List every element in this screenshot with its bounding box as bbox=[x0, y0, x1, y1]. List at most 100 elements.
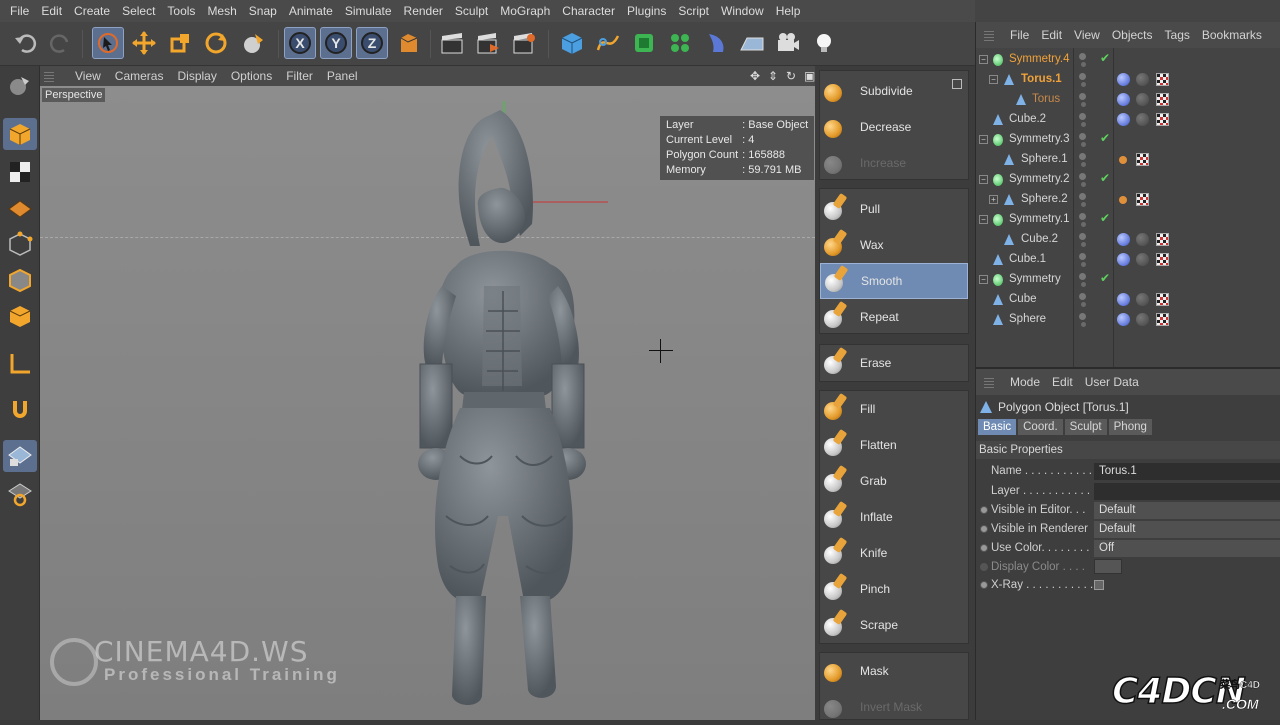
recent-tool-icon[interactable] bbox=[238, 27, 270, 59]
texture-tag-icon[interactable] bbox=[1156, 73, 1169, 86]
menu-tools[interactable]: Tools bbox=[161, 0, 201, 22]
rotate-icon[interactable] bbox=[200, 27, 232, 59]
visible-in-editor-dropdown[interactable]: Default bbox=[1094, 502, 1280, 519]
nurbs-icon[interactable] bbox=[628, 27, 660, 59]
texture-tag-icon[interactable] bbox=[1136, 193, 1149, 206]
redo-icon[interactable] bbox=[44, 27, 76, 59]
object-row[interactable]: Cube.1 bbox=[976, 250, 1280, 270]
sculpt-tag-icon[interactable] bbox=[1136, 113, 1149, 126]
locked-workplane-icon[interactable] bbox=[3, 440, 37, 472]
texture-tag-icon[interactable] bbox=[1156, 113, 1169, 126]
menu-mesh[interactable]: Mesh bbox=[201, 0, 242, 22]
object-row[interactable]: Sphere.1 bbox=[976, 150, 1280, 170]
om-menu-bookmarks[interactable]: Bookmarks bbox=[1196, 28, 1268, 42]
collapse-icon[interactable]: − bbox=[979, 135, 988, 144]
make-editable-icon[interactable] bbox=[3, 70, 37, 102]
visibility-dots-icon[interactable] bbox=[1079, 153, 1089, 167]
maximize-view-icon[interactable]: ▣ bbox=[797, 69, 815, 83]
animate-radio-icon[interactable] bbox=[980, 544, 988, 552]
menu-mograph[interactable]: MoGraph bbox=[494, 0, 556, 22]
animate-radio-icon[interactable] bbox=[980, 506, 988, 514]
object-row[interactable]: Torus bbox=[976, 90, 1280, 110]
axis-mode-icon[interactable] bbox=[3, 348, 37, 380]
viewport-canvas[interactable]: Perspective Layer: Base Object Current … bbox=[40, 86, 815, 720]
visibility-dots-icon[interactable] bbox=[1079, 193, 1089, 207]
menu-help[interactable]: Help bbox=[770, 0, 807, 22]
phong-tag-icon[interactable] bbox=[1119, 156, 1127, 164]
object-row[interactable]: − Symmetry.1 ✔ bbox=[976, 210, 1280, 230]
zoom-view-icon[interactable]: ⇕ bbox=[761, 69, 778, 83]
sculpt-tag-icon[interactable] bbox=[1136, 73, 1149, 86]
visibility-dots-icon[interactable] bbox=[1079, 53, 1089, 67]
tab-sculpt[interactable]: Sculpt bbox=[1064, 419, 1107, 435]
phong-tag-icon[interactable] bbox=[1119, 196, 1127, 204]
collapse-icon[interactable]: − bbox=[979, 215, 988, 224]
menu-snap[interactable]: Snap bbox=[243, 0, 283, 22]
texture-tag-icon[interactable] bbox=[1136, 153, 1149, 166]
am-menu-user-data[interactable]: User Data bbox=[1079, 375, 1145, 389]
model-mode-icon[interactable] bbox=[3, 118, 37, 150]
visibility-dots-icon[interactable] bbox=[1079, 113, 1089, 127]
material-tag-icon[interactable] bbox=[1117, 313, 1130, 326]
scrape-brush-button[interactable]: Scrape bbox=[820, 607, 968, 643]
texture-tag-icon[interactable] bbox=[1156, 313, 1169, 326]
magnet-icon[interactable] bbox=[3, 394, 37, 426]
spline-icon[interactable] bbox=[592, 27, 624, 59]
visible-in-renderer-dropdown[interactable]: Default bbox=[1094, 521, 1280, 538]
repeat-brush-button[interactable]: Repeat bbox=[820, 299, 968, 335]
light-icon[interactable] bbox=[808, 27, 840, 59]
object-row[interactable]: + Sphere.2 bbox=[976, 190, 1280, 210]
collapse-icon[interactable]: − bbox=[979, 55, 988, 64]
render-view-icon[interactable] bbox=[436, 27, 468, 59]
edges-mode-icon[interactable] bbox=[3, 264, 37, 296]
menu-character[interactable]: Character bbox=[556, 0, 621, 22]
animate-radio-icon[interactable] bbox=[980, 525, 988, 533]
menu-script[interactable]: Script bbox=[672, 0, 715, 22]
expand-icon[interactable]: + bbox=[989, 195, 998, 204]
workplane-icon[interactable] bbox=[3, 192, 37, 224]
sculpted-character-model[interactable] bbox=[360, 96, 630, 716]
menu-plugins[interactable]: Plugins bbox=[621, 0, 672, 22]
mask-brush-button[interactable]: Mask bbox=[820, 653, 968, 689]
decrease-button[interactable]: Decrease bbox=[820, 109, 968, 145]
object-row[interactable]: Sphere bbox=[976, 310, 1280, 330]
x-axis-lock-icon[interactable]: X bbox=[284, 27, 316, 59]
object-row[interactable]: − Symmetry.4 ✔ bbox=[976, 50, 1280, 70]
visibility-dots-icon[interactable] bbox=[1079, 233, 1089, 247]
move-view-icon[interactable]: ✥ bbox=[743, 69, 760, 83]
snap-settings-icon[interactable] bbox=[3, 478, 37, 510]
visibility-dots-icon[interactable] bbox=[1079, 253, 1089, 267]
menu-create[interactable]: Create bbox=[68, 0, 116, 22]
om-menu-objects[interactable]: Objects bbox=[1106, 28, 1159, 42]
am-menu-mode[interactable]: Mode bbox=[1004, 375, 1046, 389]
deformer-icon[interactable] bbox=[700, 27, 732, 59]
am-menu-edit[interactable]: Edit bbox=[1046, 375, 1079, 389]
inflate-brush-button[interactable]: Inflate bbox=[820, 499, 968, 535]
material-tag-icon[interactable] bbox=[1117, 293, 1130, 306]
viewport-menu-view[interactable]: View bbox=[68, 69, 108, 83]
tab-coord[interactable]: Coord. bbox=[1018, 419, 1063, 435]
scale-icon[interactable] bbox=[164, 27, 196, 59]
menu-render[interactable]: Render bbox=[398, 0, 449, 22]
material-tag-icon[interactable] bbox=[1117, 73, 1130, 86]
knife-brush-button[interactable]: Knife bbox=[820, 535, 968, 571]
floor-icon[interactable] bbox=[736, 27, 768, 59]
texture-tag-icon[interactable] bbox=[1156, 233, 1169, 246]
polygons-mode-icon[interactable] bbox=[3, 300, 37, 332]
menu-window[interactable]: Window bbox=[715, 0, 770, 22]
enabled-check-icon[interactable]: ✔ bbox=[1100, 271, 1110, 285]
om-menu-edit[interactable]: Edit bbox=[1035, 28, 1068, 42]
object-row[interactable]: − Symmetry.3 ✔ bbox=[976, 130, 1280, 150]
viewport-menu-cameras[interactable]: Cameras bbox=[108, 69, 171, 83]
flatten-brush-button[interactable]: Flatten bbox=[820, 427, 968, 463]
fill-brush-button[interactable]: Fill bbox=[820, 391, 968, 427]
material-tag-icon[interactable] bbox=[1117, 113, 1130, 126]
collapse-icon[interactable]: − bbox=[979, 175, 988, 184]
tab-basic[interactable]: Basic bbox=[978, 419, 1017, 435]
object-row[interactable]: − Torus.1 bbox=[976, 70, 1280, 90]
move-icon[interactable] bbox=[128, 27, 160, 59]
pinch-brush-button[interactable]: Pinch bbox=[820, 571, 968, 607]
panel-grip[interactable] bbox=[984, 376, 994, 388]
menu-animate[interactable]: Animate bbox=[283, 0, 339, 22]
wax-brush-button[interactable]: Wax bbox=[820, 227, 968, 263]
